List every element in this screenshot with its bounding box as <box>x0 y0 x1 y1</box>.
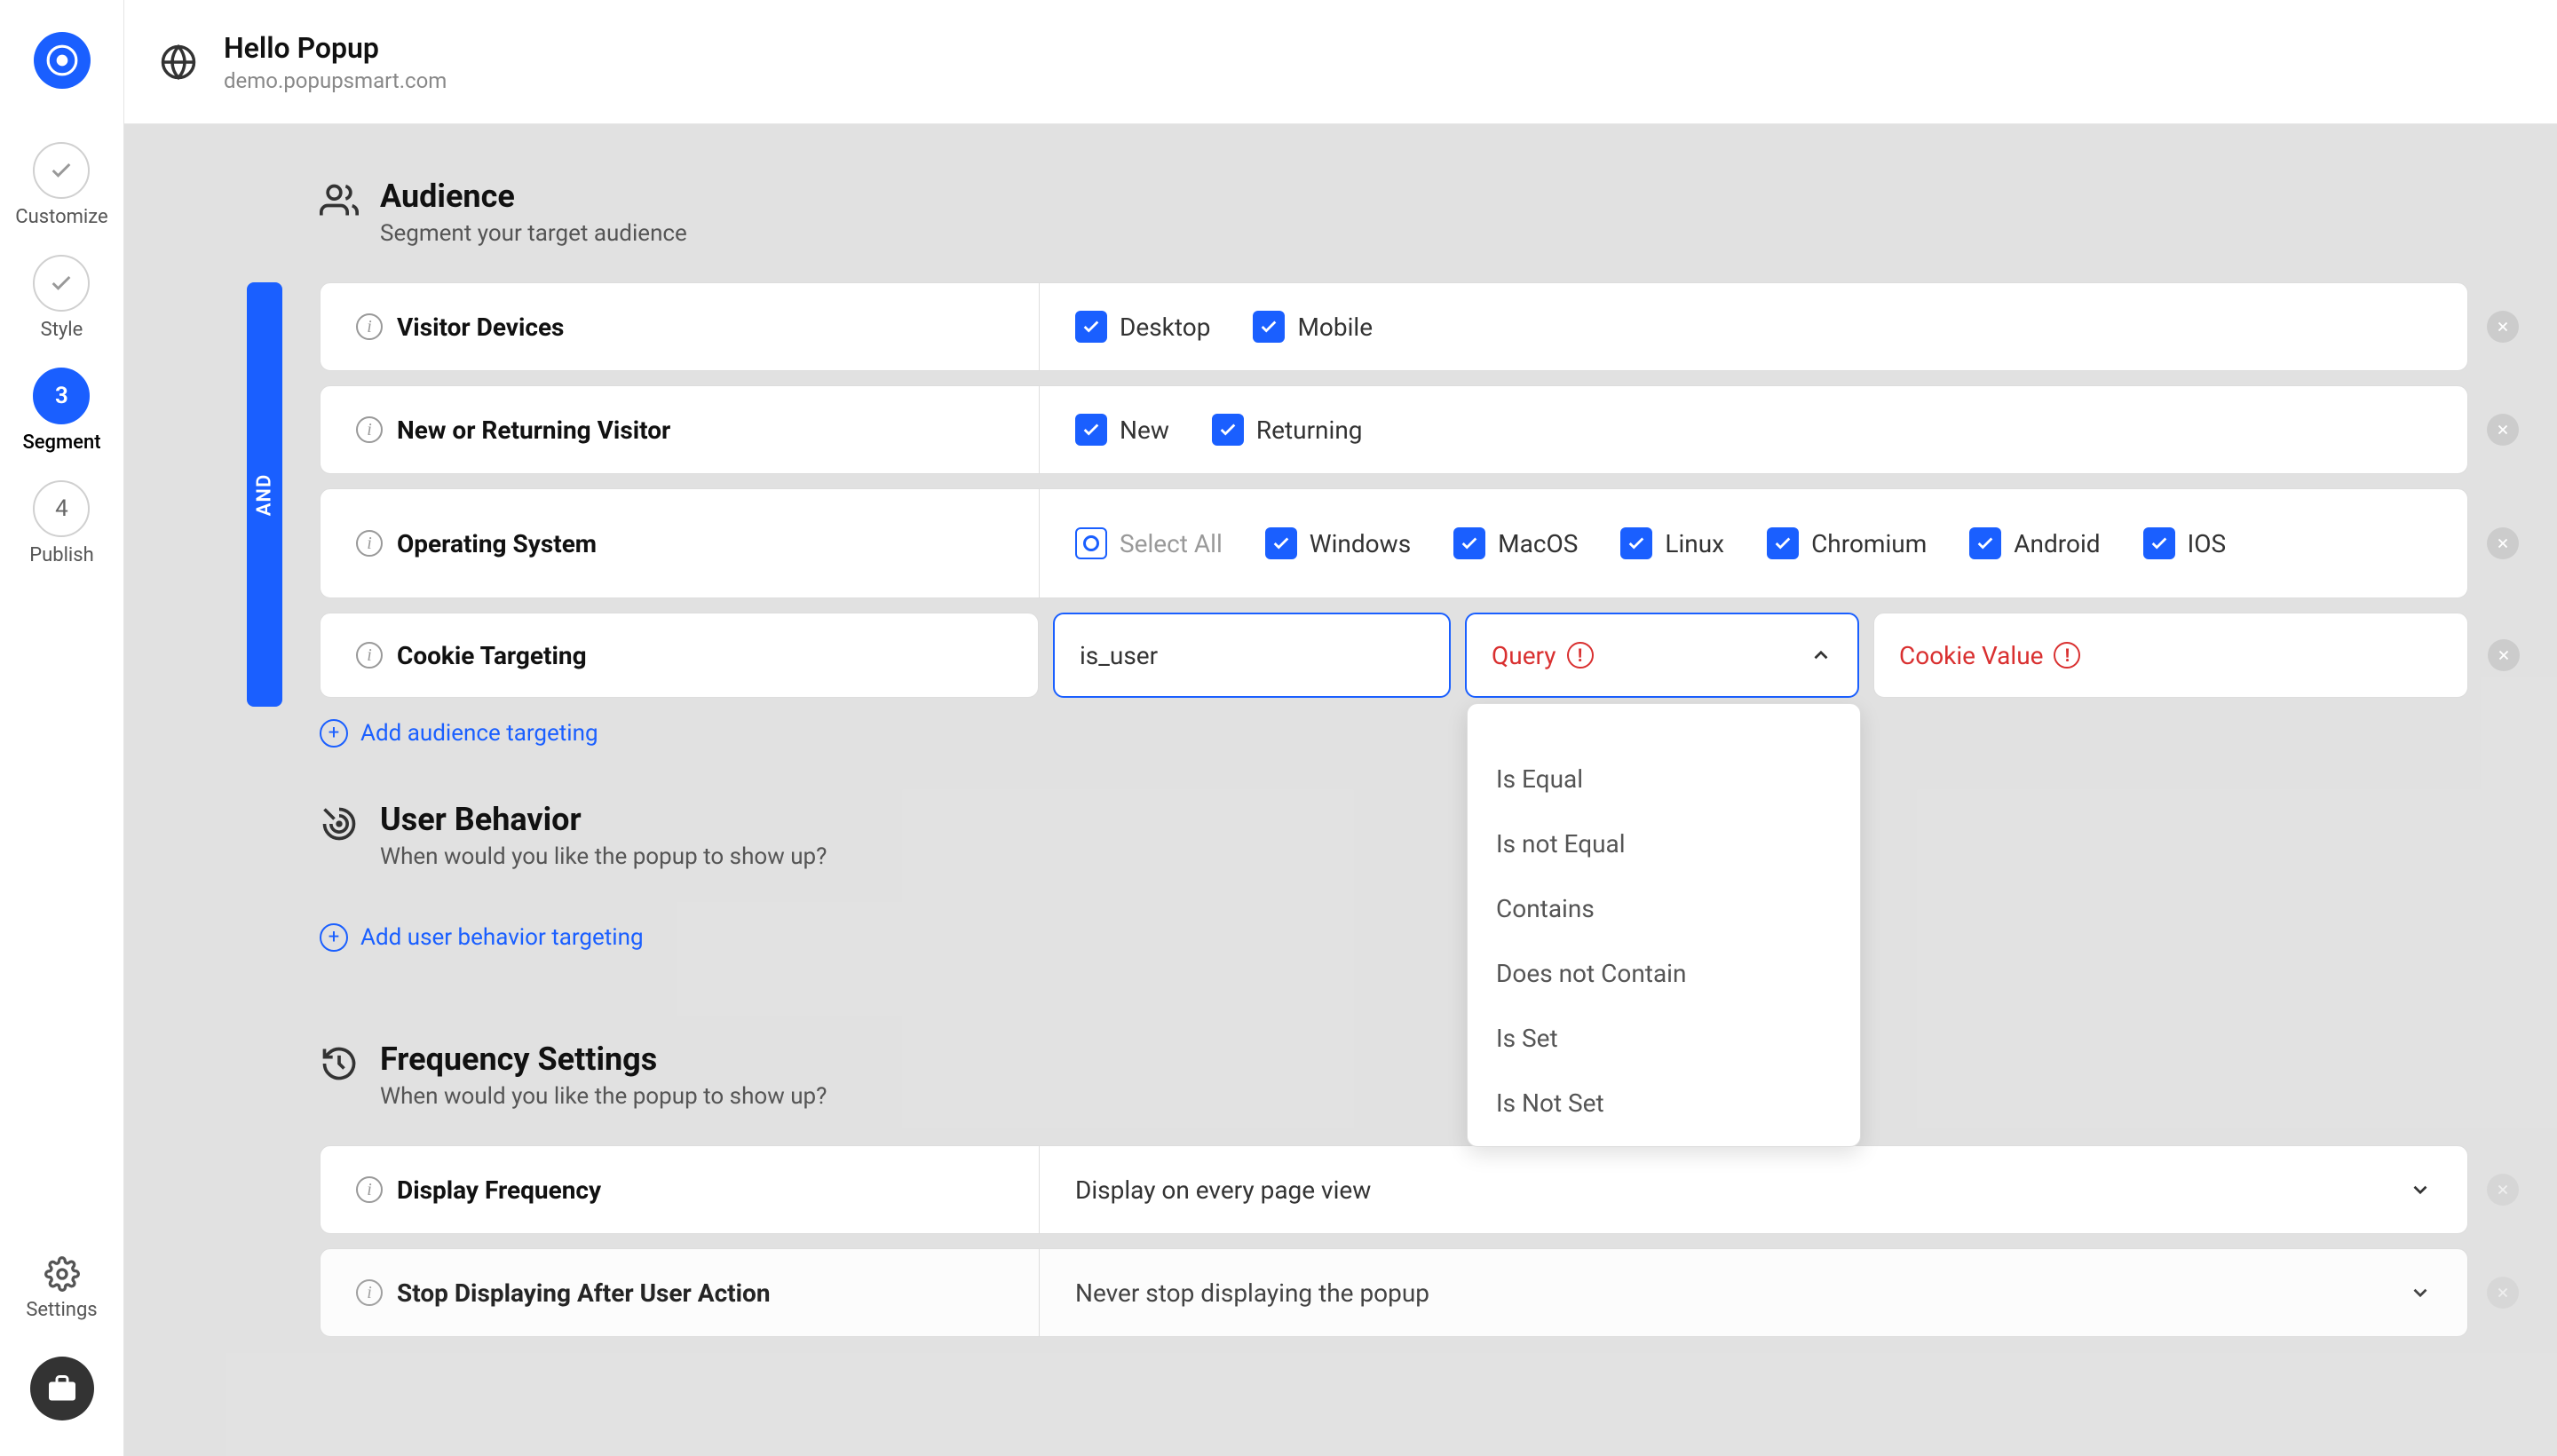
page-subtitle: demo.popupsmart.com <box>224 68 447 93</box>
dropdown-option-is-set[interactable]: Is Set <box>1468 1006 1860 1071</box>
nav-style[interactable]: Style <box>33 255 90 341</box>
page-title: Hello Popup <box>224 31 447 65</box>
checkbox-select-all[interactable]: Select All <box>1075 527 1223 559</box>
checkbox-chromium[interactable]: Chromium <box>1767 527 1927 559</box>
nav-publish[interactable]: 4 Publish <box>29 480 94 566</box>
remove-row-button[interactable] <box>2487 1174 2519 1206</box>
target-icon <box>320 804 359 843</box>
error-icon: ! <box>1567 642 1594 669</box>
dropdown-option-is-equal[interactable]: Is Equal <box>1468 747 1860 811</box>
app-logo[interactable] <box>34 32 91 89</box>
remove-row-button[interactable] <box>2487 527 2519 559</box>
query-dropdown: Is Equal Is not Equal Contains Does not … <box>1467 703 1861 1147</box>
remove-row-button[interactable] <box>2487 1277 2519 1309</box>
cookie-name-input[interactable]: is_user <box>1053 613 1451 698</box>
behavior-header: User Behavior When would you like the po… <box>320 801 2468 870</box>
remove-row-button[interactable] <box>2487 311 2519 343</box>
frequency-desc: When would you like the popup to show up… <box>380 1083 827 1110</box>
frequency-title: Frequency Settings <box>380 1041 827 1078</box>
plus-icon: + <box>320 923 348 952</box>
nav-segment[interactable]: 3 Segment <box>22 368 100 454</box>
row-label: New or Returning Visitor <box>397 415 670 445</box>
audience-title: Audience <box>380 178 687 215</box>
checkbox-macos[interactable]: MacOS <box>1453 527 1578 559</box>
info-icon[interactable]: i <box>356 416 383 443</box>
checkbox-windows[interactable]: Windows <box>1265 527 1411 559</box>
behavior-desc: When would you like the popup to show up… <box>380 843 827 870</box>
audience-desc: Segment your target audience <box>380 220 687 247</box>
sidebar: Customize Style 3 Segment 4 Publish Sett… <box>0 0 124 1456</box>
add-behavior-targeting[interactable]: + Add user behavior targeting <box>320 923 2468 952</box>
row-visitor-devices: i Visitor Devices Desktop Mobile <box>320 282 2468 371</box>
globe-icon <box>160 44 197 81</box>
chevron-down-icon <box>2409 1178 2432 1201</box>
behavior-title: User Behavior <box>380 801 827 838</box>
row-new-returning: i New or Returning Visitor New Returning <box>320 385 2468 474</box>
stop-displaying-select[interactable]: Never stop displaying the popup <box>1040 1249 2467 1336</box>
checkbox-linux[interactable]: Linux <box>1620 527 1724 559</box>
dropdown-option-is-not-equal[interactable]: Is not Equal <box>1468 811 1860 876</box>
chevron-up-icon <box>1809 644 1833 667</box>
error-icon: ! <box>2054 642 2080 669</box>
audience-header: Audience Segment your target audience <box>320 178 2468 247</box>
row-operating-system: i Operating System Select All Windows Ma… <box>320 488 2468 598</box>
cookie-query-select[interactable]: Query! Is Equal Is not Equal Contains Do… <box>1465 613 1859 698</box>
checkbox-new[interactable]: New <box>1075 414 1169 446</box>
row-label: Cookie Targeting <box>397 641 587 670</box>
nav-customize[interactable]: Customize <box>15 142 107 228</box>
row-stop-displaying: i Stop Displaying After User Action Neve… <box>320 1248 2468 1337</box>
row-label: Visitor Devices <box>397 313 564 342</box>
row-display-frequency: i Display Frequency Display on every pag… <box>320 1145 2468 1234</box>
row-label: Stop Displaying After User Action <box>397 1278 771 1308</box>
dropdown-option-is-not-set[interactable]: Is Not Set <box>1468 1071 1860 1136</box>
and-connector: AND <box>247 282 282 707</box>
remove-row-button[interactable] <box>2488 639 2520 671</box>
info-icon[interactable]: i <box>356 313 383 340</box>
history-icon <box>320 1044 359 1083</box>
row-label: Display Frequency <box>397 1175 601 1205</box>
info-icon[interactable]: i <box>356 642 383 669</box>
display-frequency-select[interactable]: Display on every page view <box>1040 1146 2467 1233</box>
nav-style-label: Style <box>41 319 83 341</box>
row-label: Operating System <box>397 529 597 558</box>
settings-button[interactable]: Settings <box>26 1256 97 1321</box>
checkbox-ios[interactable]: IOS <box>2143 527 2227 559</box>
audience-icon <box>320 181 359 220</box>
nav-segment-label: Segment <box>22 431 100 454</box>
dropdown-option-contains[interactable]: Contains <box>1468 876 1860 941</box>
remove-row-button[interactable] <box>2487 414 2519 446</box>
chevron-down-icon <box>2409 1281 2432 1304</box>
checkbox-mobile[interactable]: Mobile <box>1253 311 1373 343</box>
nav-publish-label: Publish <box>29 544 94 566</box>
header: Hello Popup demo.popupsmart.com <box>124 0 2557 124</box>
settings-label: Settings <box>26 1299 97 1321</box>
row-cookie-targeting: i Cookie Targeting is_user Query! Is Equ… <box>320 613 2468 698</box>
info-icon[interactable]: i <box>356 1176 383 1203</box>
info-icon[interactable]: i <box>356 530 383 557</box>
checkbox-desktop[interactable]: Desktop <box>1075 311 1210 343</box>
info-icon[interactable]: i <box>356 1279 383 1306</box>
dropdown-option-does-not-contain[interactable]: Does not Contain <box>1468 941 1860 1006</box>
plus-icon: + <box>320 719 348 748</box>
nav-customize-label: Customize <box>15 206 107 228</box>
checkbox-returning[interactable]: Returning <box>1212 414 1363 446</box>
add-audience-targeting[interactable]: + Add audience targeting <box>320 719 2468 748</box>
briefcase-button[interactable] <box>30 1357 94 1420</box>
cookie-value-input[interactable]: Cookie Value! <box>1873 613 2468 698</box>
frequency-header: Frequency Settings When would you like t… <box>320 1041 2468 1110</box>
checkbox-android[interactable]: Android <box>1969 527 2100 559</box>
